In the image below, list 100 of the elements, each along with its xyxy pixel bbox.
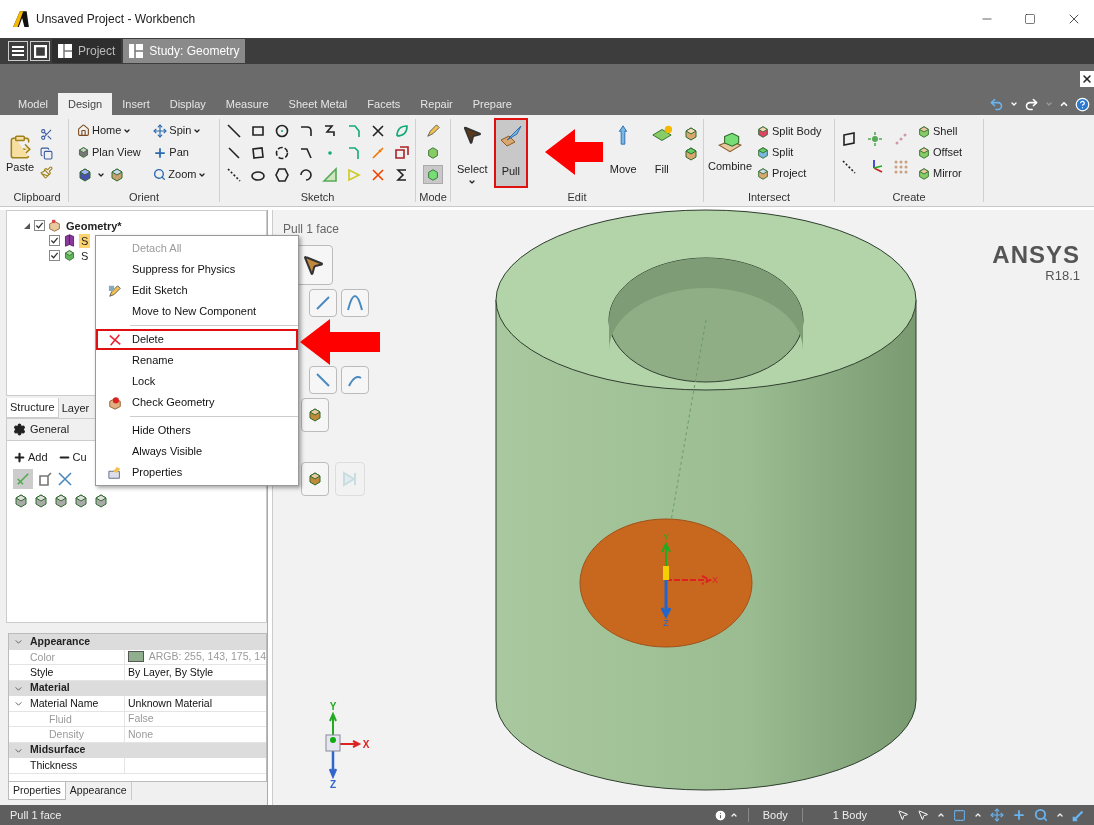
ribbon-tab[interactable]: Prepare	[462, 93, 522, 115]
tool-guide-button[interactable]	[301, 462, 329, 496]
ribbon-tab[interactable]: Design	[57, 93, 113, 115]
sketch-tool-icon[interactable]	[226, 122, 242, 139]
info-icon[interactable]	[713, 808, 727, 822]
select-mode-icon[interactable]	[917, 809, 929, 821]
axis-line-icon[interactable]	[841, 158, 857, 175]
options-tab[interactable]: General	[30, 421, 70, 438]
edit-tool-icon[interactable]	[683, 146, 699, 162]
property-value[interactable]: By Layer, By Style	[128, 665, 214, 680]
ribbon-tab[interactable]: Repair	[410, 93, 463, 115]
zoom-button[interactable]: Zoom	[153, 165, 211, 184]
format-painter-icon[interactable]	[40, 166, 54, 179]
redo-icon[interactable]	[1024, 96, 1039, 112]
copy-icon[interactable]	[40, 147, 54, 160]
collapse-ribbon-icon[interactable]	[1059, 99, 1069, 109]
panel-tab[interactable]: Appearance	[65, 782, 132, 800]
tool-guide-button[interactable]	[301, 398, 329, 432]
pull-option-icon[interactable]	[57, 471, 73, 487]
mode-button[interactable]	[423, 165, 443, 184]
mirror-button[interactable]: Mirror	[917, 164, 963, 183]
sketch-tool-icon[interactable]	[250, 144, 266, 161]
document-tab[interactable]: Project	[52, 39, 122, 63]
intersect-tool-icon	[756, 145, 771, 160]
ribbon-tab[interactable]: Facets	[357, 93, 411, 115]
tree-checkbox[interactable]	[49, 235, 60, 246]
select-button[interactable]: Select	[455, 118, 490, 188]
context-menu-item[interactable]: Delete	[96, 329, 298, 350]
ribbon-tab[interactable]: Model	[8, 93, 58, 115]
sketch-tool-icon[interactable]	[322, 122, 338, 139]
offset-button[interactable]: Offset	[917, 143, 963, 162]
help-icon[interactable]	[1075, 96, 1090, 112]
caret-icon	[468, 178, 477, 186]
pull-option-icon[interactable]	[13, 493, 29, 509]
combine-button[interactable]: Combine	[708, 130, 753, 175]
panel-tab[interactable]: Structure	[6, 398, 59, 418]
spin-icon[interactable]	[990, 808, 1004, 822]
home-view-button[interactable]: Home	[77, 121, 146, 140]
panel-tab[interactable]: Properties	[8, 782, 66, 800]
point-icon[interactable]	[867, 130, 883, 147]
sketch-tool-icon[interactable]	[370, 122, 386, 139]
property-value[interactable]: Unknown Material	[128, 696, 213, 711]
spin-button[interactable]: Spin	[153, 121, 211, 140]
sketch-tool-icon[interactable]	[226, 144, 242, 161]
ribbon-tab[interactable]: Measure	[215, 93, 279, 115]
fill-button[interactable]: Fill	[644, 118, 679, 188]
pull-option-icon[interactable]	[53, 493, 69, 509]
plan-view-button[interactable]: Plan View	[77, 143, 146, 162]
tree-checkbox[interactable]	[49, 250, 60, 261]
pull-option-icon[interactable]	[33, 493, 49, 509]
sketch-tool-icon[interactable]	[298, 166, 314, 183]
plan-view-icon[interactable]	[77, 146, 90, 159]
pull-option-icon[interactable]	[73, 493, 89, 509]
move-button[interactable]: Move	[606, 118, 641, 188]
project-button[interactable]: Project	[756, 164, 822, 183]
maximize-icon[interactable]	[1024, 13, 1036, 25]
expand-chevron-icon[interactable]	[13, 637, 23, 647]
cut-icon[interactable]	[40, 128, 54, 141]
add-button[interactable]: Add	[13, 448, 48, 466]
view-projection-icon[interactable]	[109, 166, 125, 183]
ribbon-tab[interactable]: Sheet Metal	[278, 93, 358, 115]
shell-button[interactable]: Shell	[917, 122, 963, 141]
panel-tab[interactable]: Layer	[58, 398, 93, 418]
close-panel-button[interactable]	[1080, 70, 1094, 87]
ribbon-tab[interactable]: Insert	[112, 93, 160, 115]
play-end-icon	[342, 471, 358, 487]
pull-button[interactable]: Pull	[493, 118, 529, 188]
tree-item[interactable]: S	[79, 248, 91, 263]
split-body-button[interactable]: Split Body	[756, 122, 822, 141]
sketch-tool-icon[interactable]	[274, 144, 290, 161]
ribbon-tab[interactable]: Display	[159, 93, 216, 115]
tree-item[interactable]: Geometry*	[64, 218, 124, 233]
cursor-icon[interactable]	[897, 809, 909, 821]
plane-icon[interactable]	[841, 130, 857, 147]
pull-option-icon[interactable]	[37, 471, 53, 487]
selection-filter[interactable]: Body	[748, 806, 802, 824]
pull-option-icon[interactable]	[93, 493, 109, 509]
menu-button[interactable]	[8, 41, 28, 61]
tool-guide-button[interactable]	[309, 366, 337, 394]
view-arrow-icon[interactable]	[1072, 808, 1086, 822]
zoom-icon[interactable]	[1034, 808, 1048, 822]
property-name: Thickness	[27, 758, 125, 773]
view-cube-icon[interactable]	[77, 166, 93, 183]
sketch-tool-icon[interactable]	[274, 166, 290, 183]
save-button[interactable]	[30, 41, 50, 61]
pan-icon[interactable]	[1012, 808, 1026, 822]
3d-viewport[interactable]: Pull 1 face ANSYS R18.1 Y X Z Y X Z	[272, 210, 1094, 805]
tree-item[interactable]: S	[79, 233, 91, 248]
tool-guide-button[interactable]	[341, 366, 369, 394]
box-select-icon[interactable]	[953, 808, 966, 822]
expanded-arrow-icon[interactable]	[23, 221, 31, 230]
tree-checkbox[interactable]	[34, 220, 45, 231]
edit-tool-icon[interactable]	[683, 126, 699, 142]
tool-guide-button[interactable]	[341, 289, 369, 317]
remove-button[interactable]: Cu	[57, 448, 87, 466]
sketch-tool-icon[interactable]	[274, 122, 290, 139]
paste-button[interactable]: Paste	[6, 133, 35, 174]
split-button[interactable]: Split	[756, 143, 822, 162]
pan-button[interactable]: Pan	[153, 143, 211, 162]
tool-guide-button[interactable]	[309, 289, 337, 317]
